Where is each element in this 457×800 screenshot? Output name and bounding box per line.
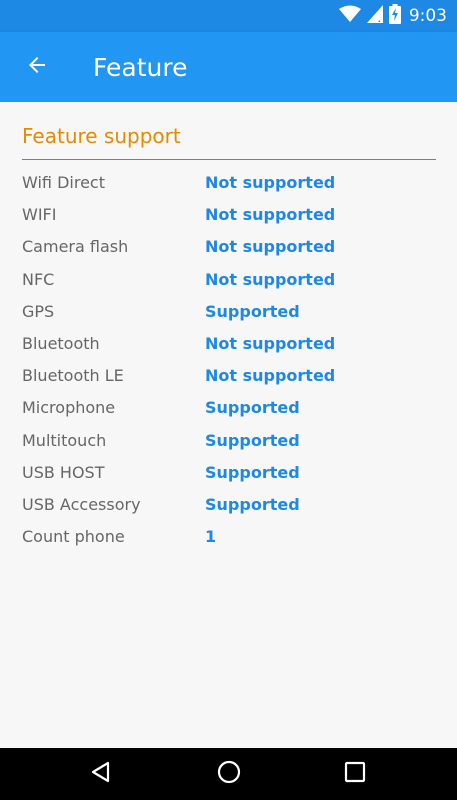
feature-value: Supported	[205, 494, 300, 514]
app-bar: Feature	[0, 32, 457, 102]
home-circle-icon	[216, 759, 242, 790]
nav-home-button[interactable]	[214, 759, 244, 789]
back-button[interactable]	[20, 50, 54, 84]
feature-list: Wifi Direct Not supported WIFI Not suppo…	[0, 166, 457, 552]
feature-value: Not supported	[205, 173, 336, 192]
feature-row: Count phone 1	[0, 520, 457, 552]
battery-charging-icon	[388, 3, 401, 29]
feature-label: NFC	[22, 269, 55, 289]
section-divider	[22, 159, 436, 160]
feature-label: Camera flash	[22, 237, 129, 257]
feature-row: WIFI Not supported	[0, 198, 457, 230]
feature-row: NFC Not supported	[0, 263, 457, 295]
status-time: 9:03	[408, 6, 447, 26]
recents-square-icon	[344, 761, 366, 788]
feature-row: Multitouch Supported	[0, 424, 457, 456]
feature-row: GPS Supported	[0, 295, 457, 327]
feature-row: Wifi Direct Not supported	[0, 166, 457, 198]
feature-row: Microphone Supported	[0, 391, 457, 423]
feature-value: Supported	[205, 398, 300, 418]
feature-label: Microphone	[22, 398, 116, 418]
feature-value: Supported	[205, 301, 300, 321]
feature-value: 1	[205, 527, 217, 547]
feature-label: Count phone	[22, 527, 125, 547]
feature-value: Not supported	[205, 333, 336, 353]
feature-row: USB Accessory Supported	[0, 488, 457, 520]
feature-value: Not supported	[205, 366, 336, 386]
feature-label: USB HOST	[22, 462, 105, 482]
cellular-signal-icon	[366, 4, 383, 28]
feature-label: USB Accessory	[22, 494, 141, 514]
navigation-bar	[0, 748, 457, 800]
feature-label: WIFI	[22, 205, 57, 225]
section-title: Feature support	[22, 124, 181, 148]
feature-value: Not supported	[205, 205, 336, 225]
page-title: Feature	[93, 53, 188, 82]
feature-label: Wifi Direct	[22, 173, 105, 192]
nav-recents-button[interactable]	[340, 759, 370, 789]
feature-row: Camera flash Not supported	[0, 230, 457, 262]
nav-back-button[interactable]	[86, 759, 116, 789]
status-bar: 9:03	[0, 0, 457, 32]
feature-value: Supported	[205, 462, 300, 482]
feature-label: Bluetooth	[22, 333, 100, 353]
feature-label: GPS	[22, 301, 55, 321]
wifi-icon	[338, 5, 361, 28]
feature-label: Multitouch	[22, 430, 107, 450]
feature-value: Not supported	[205, 237, 336, 257]
feature-row: USB HOST Supported	[0, 456, 457, 488]
feature-row: Bluetooth LE Not supported	[0, 359, 457, 391]
back-triangle-icon	[89, 760, 113, 789]
feature-row: Bluetooth Not supported	[0, 327, 457, 359]
feature-content[interactable]: Feature support Wifi Direct Not supporte…	[0, 102, 457, 748]
status-icons: 9:03	[338, 3, 447, 29]
feature-value: Supported	[205, 430, 300, 450]
feature-value: Not supported	[205, 269, 336, 289]
feature-label: Bluetooth LE	[22, 366, 124, 386]
arrow-back-icon	[25, 53, 49, 82]
